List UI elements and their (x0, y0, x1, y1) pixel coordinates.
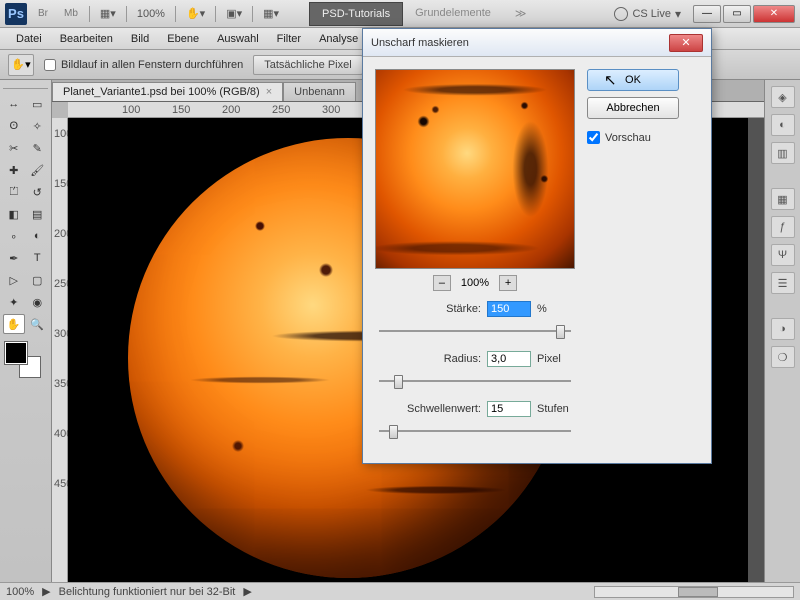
zoom-dropdown[interactable]: 100% (133, 6, 169, 22)
panel-layers-icon[interactable]: ◈ (771, 86, 795, 108)
separator (126, 6, 127, 22)
strength-unit: % (537, 303, 575, 315)
threshold-input[interactable] (487, 401, 531, 417)
workspace-tab-psdtutorials[interactable]: PSD-Tutorials (309, 2, 403, 26)
strength-input[interactable] (487, 301, 531, 317)
ruler-vertical[interactable]: 100150200250300350400450 (52, 118, 68, 582)
workspace-more[interactable]: ≫ (503, 2, 539, 26)
hand-tool[interactable]: ✋ (3, 314, 25, 334)
eyedropper-tool[interactable]: ✎ (27, 138, 49, 158)
cslive-button[interactable]: CS Live ▾ (614, 7, 681, 21)
panel-character-icon[interactable]: Ψ (771, 244, 795, 266)
close-icon[interactable]: × (266, 86, 272, 98)
radius-label: Radius: (444, 353, 481, 365)
zoom-tool[interactable]: 🔍 (27, 314, 48, 334)
brush-tool[interactable]: 🖌 (27, 160, 49, 180)
panel-swatches-icon[interactable]: ▦ (771, 188, 795, 210)
horizontal-scrollbar[interactable] (594, 586, 794, 598)
window-minimize-button[interactable]: — (693, 5, 721, 23)
status-zoom[interactable]: 100% (6, 586, 34, 598)
stamp-tool[interactable]: ⏍ (3, 182, 25, 202)
dialog-titlebar[interactable]: Unscharf maskieren ✕ (363, 29, 711, 57)
status-message: Belichtung funktioniert nur bei 32-Bit (59, 586, 236, 598)
minibridge-shortcut[interactable]: Mb (59, 6, 83, 21)
threshold-label: Schwellenwert: (407, 403, 481, 415)
threshold-unit: Stufen (537, 403, 575, 415)
panel-color-icon[interactable]: ◐ (771, 114, 795, 136)
history-brush-tool[interactable]: ↺ (27, 182, 49, 202)
preview-checkbox[interactable]: Vorschau (587, 131, 679, 144)
scroll-all-windows-checkbox[interactable]: Bildlauf in allen Fenstern durchführen (44, 59, 243, 71)
actual-pixels-button[interactable]: Tatsächliche Pixel (253, 55, 362, 75)
3d-tool[interactable]: ✦ (3, 292, 25, 312)
ok-button[interactable]: OK↖ (587, 69, 679, 91)
hand-dropdown[interactable]: ✋▾ (182, 5, 209, 22)
color-swatches[interactable] (3, 342, 43, 378)
panel-info-icon[interactable]: ❍ (771, 346, 795, 368)
unsharp-mask-dialog: Unscharf maskieren ✕ – 100% + Stärke: % … (362, 28, 712, 464)
toolbox: ↔▭ ʘ✧ ✂✎ ✚🖌 ⏍↺ ◧▤ ∘◐ ✒T ▷▢ ✦◉ ✋🔍 (0, 80, 52, 582)
wand-tool[interactable]: ✧ (27, 116, 49, 136)
window-maximize-button[interactable]: ▭ (723, 5, 751, 23)
window-close-button[interactable]: ✕ (753, 5, 795, 23)
lasso-tool[interactable]: ʘ (3, 116, 25, 136)
document-tab-active[interactable]: Planet_Variante1.psd bei 100% (RGB/8)× (52, 82, 283, 101)
cursor-icon: ↖ (604, 71, 617, 89)
dialog-title: Unscharf maskieren (371, 37, 469, 49)
shape-tool[interactable]: ▢ (27, 270, 49, 290)
extras-dropdown[interactable]: ▦▾ (259, 5, 283, 22)
healing-tool[interactable]: ✚ (3, 160, 25, 180)
radius-slider[interactable] (379, 373, 571, 389)
status-bar: 100% ▶ Belichtung funktioniert nur bei 3… (0, 582, 800, 600)
type-tool[interactable]: T (27, 248, 49, 268)
view-layout-dropdown[interactable]: ▦▾ (96, 5, 120, 22)
strength-label: Stärke: (446, 303, 481, 315)
dodge-tool[interactable]: ◐ (27, 226, 49, 246)
menu-filter[interactable]: Filter (269, 30, 309, 48)
workspace-tab-grundelemente[interactable]: Grundelemente (403, 2, 503, 26)
filter-preview[interactable] (375, 69, 575, 269)
current-tool-icon[interactable]: ✋▾ (8, 54, 34, 76)
radius-input[interactable] (487, 351, 531, 367)
zoom-in-button[interactable]: + (499, 275, 517, 291)
document-tab-other[interactable]: Unbenann (283, 82, 356, 101)
eraser-tool[interactable]: ◧ (3, 204, 25, 224)
dialog-close-button[interactable]: ✕ (669, 34, 703, 52)
right-dock: ◈ ◐ ▥ ▦ ƒ Ψ ☰ ◑ ❍ (764, 80, 800, 582)
menu-auswahl[interactable]: Auswahl (209, 30, 267, 48)
gradient-tool[interactable]: ▤ (27, 204, 49, 224)
zoom-out-button[interactable]: – (433, 275, 451, 291)
menu-analyse[interactable]: Analyse (311, 30, 366, 48)
screen-mode-dropdown[interactable]: ▣▾ (222, 5, 246, 22)
titlebar: Ps Br Mb ▦▾ 100% ✋▾ ▣▾ ▦▾ PSD-Tutorials … (0, 0, 800, 28)
crop-tool[interactable]: ✂ (3, 138, 25, 158)
strength-slider[interactable] (379, 323, 571, 339)
bridge-shortcut[interactable]: Br (33, 6, 53, 21)
menu-ebene[interactable]: Ebene (159, 30, 207, 48)
menu-datei[interactable]: Datei (8, 30, 50, 48)
marquee-tool[interactable]: ▭ (27, 94, 49, 114)
3d-camera-tool[interactable]: ◉ (27, 292, 49, 312)
app-logo: Ps (5, 3, 27, 25)
blur-tool[interactable]: ∘ (3, 226, 25, 246)
path-tool[interactable]: ▷ (3, 270, 25, 290)
zoom-percent: 100% (461, 277, 489, 289)
panel-styles-icon[interactable]: ƒ (771, 216, 795, 238)
separator (175, 6, 176, 22)
menu-bearbeiten[interactable]: Bearbeiten (52, 30, 121, 48)
separator (215, 6, 216, 22)
radius-unit: Pixel (537, 353, 575, 365)
cancel-button[interactable]: Abbrechen (587, 97, 679, 119)
panel-adjustments-icon[interactable]: ▥ (771, 142, 795, 164)
move-tool[interactable]: ↔ (3, 94, 25, 114)
panel-history-icon[interactable]: ◑ (771, 318, 795, 340)
menu-bild[interactable]: Bild (123, 30, 157, 48)
pen-tool[interactable]: ✒ (3, 248, 25, 268)
separator (89, 6, 90, 22)
panel-paragraph-icon[interactable]: ☰ (771, 272, 795, 294)
threshold-slider[interactable] (379, 423, 571, 439)
separator (252, 6, 253, 22)
